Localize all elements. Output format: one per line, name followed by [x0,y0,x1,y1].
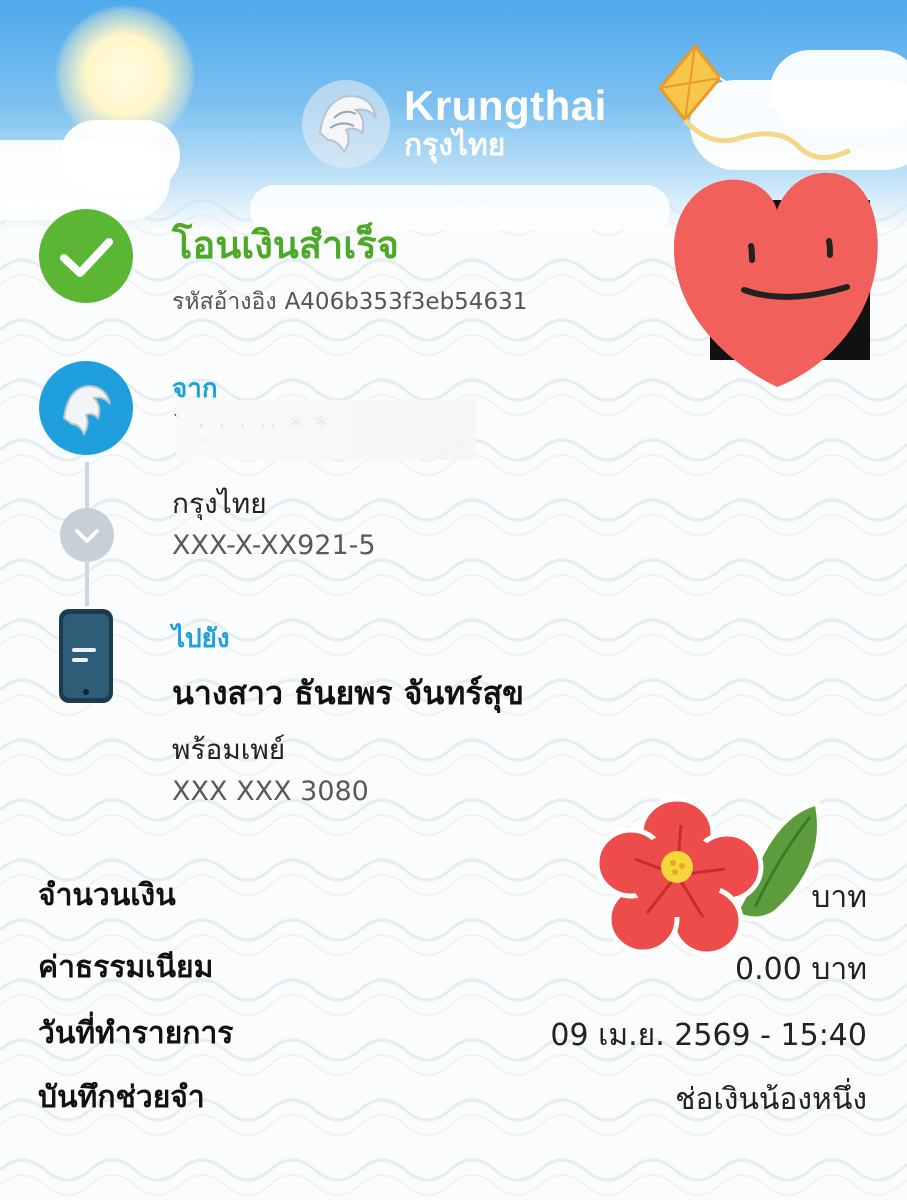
recipient-account: XXX XXX 3080 [172,776,369,807]
krungthai-account-icon [39,361,133,455]
fee-label: ค่าธรรมเนียม [38,950,214,985]
from-bank: กรุงไทย [172,487,267,520]
transaction-date-value: 09 เม.ย. 2569 - 15:40 [550,1018,867,1053]
recipient-name: นางสาว ธันยพร จันทร์สุข [172,674,524,712]
amount-label: จำนวนเงิน [38,878,176,913]
recipient-service: พร้อมเพย์ [172,733,286,766]
transaction-date-label: วันที่ทำรายการ [38,1016,234,1051]
transfer-slip: โอนเงินสำเร็จ รหัสอ้างอิง A406b353f3eb546… [0,0,907,1200]
flower-sticker-icon [595,796,822,957]
smartphone-icon [59,609,113,703]
to-label: ไปยัง [172,624,230,654]
reference-row: รหัสอ้างอิง A406b353f3eb54631 [172,284,527,320]
timeline-connector [85,560,89,606]
timeline-connector [85,462,89,510]
redacted-name [176,400,476,460]
from-account: XXX-X-XX921-5 [172,530,376,561]
memo-label: บันทึกช่วยจำ [38,1080,205,1115]
status-title: โอนเงินสำเร็จ [172,223,399,267]
heart-sticker-icon [673,172,878,387]
memo-value: ช่อเงินน้องหนึ่ง [675,1082,867,1117]
chevron-down-icon [60,508,114,562]
reference-code: A406b353f3eb54631 [284,289,528,315]
reference-label: รหัสอ้างอิง [172,289,277,315]
success-check-icon [39,209,133,303]
